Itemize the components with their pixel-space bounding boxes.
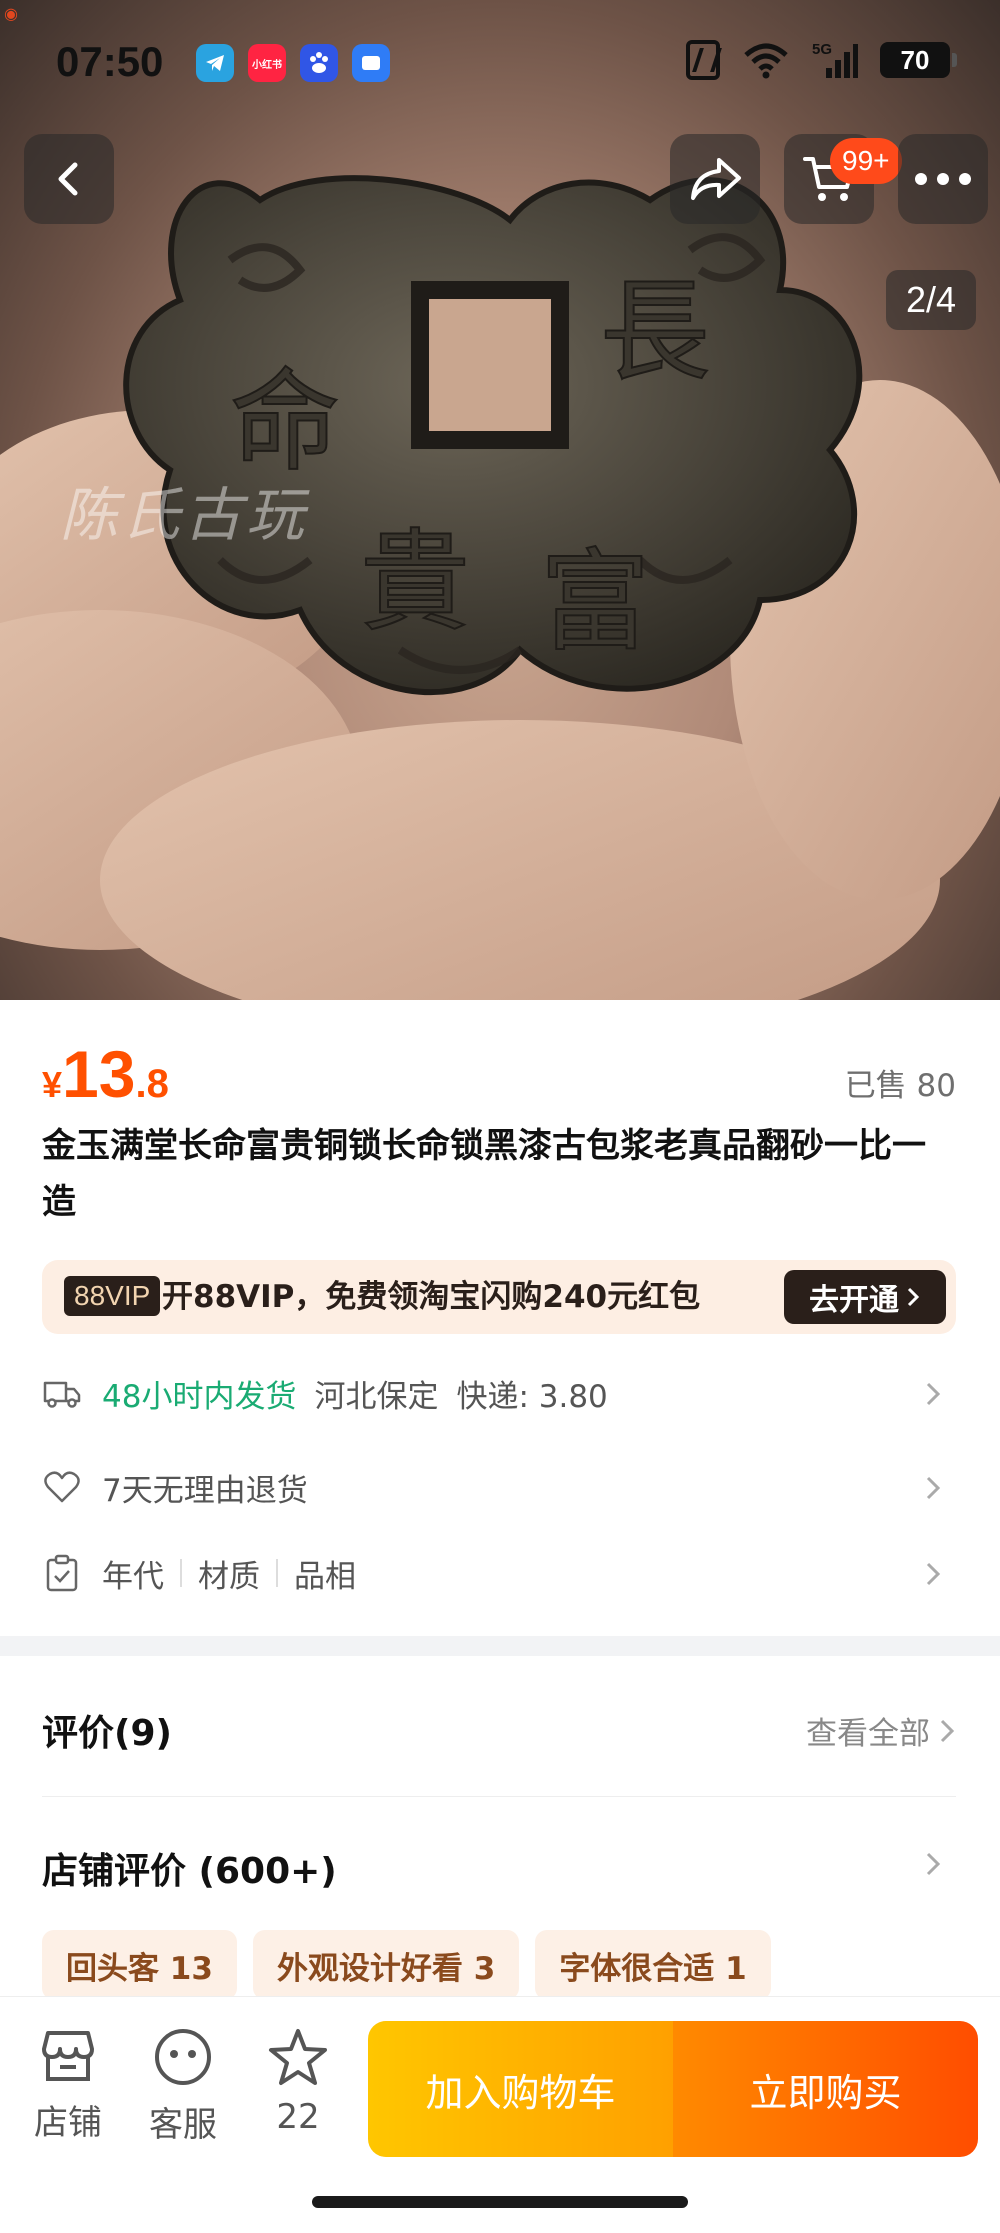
back-button[interactable] [24,134,114,224]
delivery-truck-icon [43,1381,81,1408]
chevron-right-icon [926,1562,941,1586]
see-all-label: 查看全部 [806,1716,930,1752]
divider [42,1796,956,1797]
image-watermark: 陈氏古玩 [60,481,309,549]
baidu-app-icon [300,44,338,82]
status-bar: ◉ 07:50 小红书 5G 70 [0,0,1000,110]
share-button[interactable] [670,134,760,224]
see-all-reviews-link[interactable]: 查看全部 [806,1708,956,1753]
wifi-icon [744,43,788,79]
more-options-button[interactable] [898,134,988,224]
param-era: 年代 [102,1558,164,1595]
shop-reviews-title[interactable]: 店铺评价 (600+) [42,1842,337,1894]
more-dots-icon [915,173,971,185]
chevron-right-icon [926,1382,941,1406]
files-app-icon [352,44,390,82]
share-icon [691,158,741,200]
param-material: 材质 [198,1558,260,1595]
section-divider [0,1636,1000,1656]
battery-indicator: 70 [880,42,957,78]
price-decimal: .8 [135,1062,169,1106]
shop-label: 店铺 [34,2103,102,2143]
image-counter: 2/4 [886,270,976,330]
vip-promo-banner[interactable]: 88VIP 开88VIP，免费领淘宝闪购240元红包 去开通 [42,1260,956,1334]
chevron-right-icon [926,1476,941,1500]
vip-activate-label: 去开通 [809,1283,899,1318]
review-tag[interactable]: 字体很合适 1 [535,1930,771,2000]
returns-row[interactable]: 7天无理由退货 [42,1452,956,1522]
price-integer: 13 [62,1037,136,1111]
svg-text:貴: 貴 [360,518,470,646]
chevron-left-icon [58,162,78,196]
favorite-count: 22 [276,2097,320,2137]
svg-text:長: 長 [600,268,710,396]
notification-app-icons: 小红书 [196,44,390,82]
param-condition: 品相 [294,1558,356,1595]
shop-button[interactable]: 店铺 [18,2027,118,2144]
xiaohongshu-app-icon: 小红书 [248,44,286,82]
system-indicators: 5G 70 [686,40,957,80]
review-tag[interactable]: 外观设计好看 3 [252,1930,520,2000]
signal-5g-icon: 5G [812,41,858,78]
vip-tag: 88VIP [64,1276,161,1316]
favorite-button[interactable]: 22 [248,2027,348,2137]
store-icon [42,2031,94,2081]
status-time: 07:50 [56,38,164,85]
add-to-cart-button[interactable]: 加入购物车 [368,2021,673,2157]
vip-activate-button[interactable]: 去开通 [784,1270,946,1324]
divider [180,1559,182,1587]
star-icon [269,2029,327,2085]
vip-promo-text: 开88VIP，免费领淘宝闪购240元红包 [162,1279,701,1315]
home-indicator[interactable] [312,2196,688,2208]
shipping-speed: 48小时内发货 [102,1378,297,1415]
returns-text: 7天无理由退货 [102,1472,308,1509]
purchase-buttons: 加入购物车 立即购买 [368,2021,978,2157]
product-price: ¥13.8 [42,1036,169,1112]
chevron-right-icon [907,1287,920,1307]
svg-text:5G: 5G [812,41,832,58]
reviews-title: 评价(9) [42,1713,172,1754]
service-label: 客服 [149,2105,217,2145]
price-currency: ¥ [42,1064,63,1105]
shipping-fee: 快递: 3.80 [456,1378,608,1415]
svg-text:富: 富 [540,538,650,666]
divider [276,1559,278,1587]
review-tags: 回头客 13 外观设计好看 3 字体很合适 1 [42,1930,771,2000]
carrier-logo-icon: ◉ [4,4,18,23]
heart-icon [44,1471,80,1503]
sold-count: 已售 80 [844,1068,956,1104]
customer-service-button[interactable]: 客服 [133,2027,233,2146]
buy-now-button[interactable]: 立即购买 [673,2021,978,2157]
clipboard-check-icon [46,1554,78,1592]
product-title: 金玉满堂长命富贵铜锁长命锁黑漆古包浆老真品翻砂一比一造 [42,1126,926,1222]
svg-text:命: 命 [230,358,340,486]
nfc-icon [686,40,720,80]
review-tag[interactable]: 回头客 13 [42,1930,237,2000]
service-chat-icon [155,2029,211,2085]
params-row[interactable]: 年代 材质 品相 [42,1538,956,1608]
shipping-row[interactable]: 48小时内发货 河北保定 快递: 3.80 [42,1358,956,1428]
chevron-right-icon [940,1719,955,1742]
shipping-origin: 河北保定 [314,1378,439,1415]
chevron-right-icon [926,1852,941,1876]
cart-count-badge: 99+ [830,138,902,184]
telegram-app-icon [196,44,234,82]
